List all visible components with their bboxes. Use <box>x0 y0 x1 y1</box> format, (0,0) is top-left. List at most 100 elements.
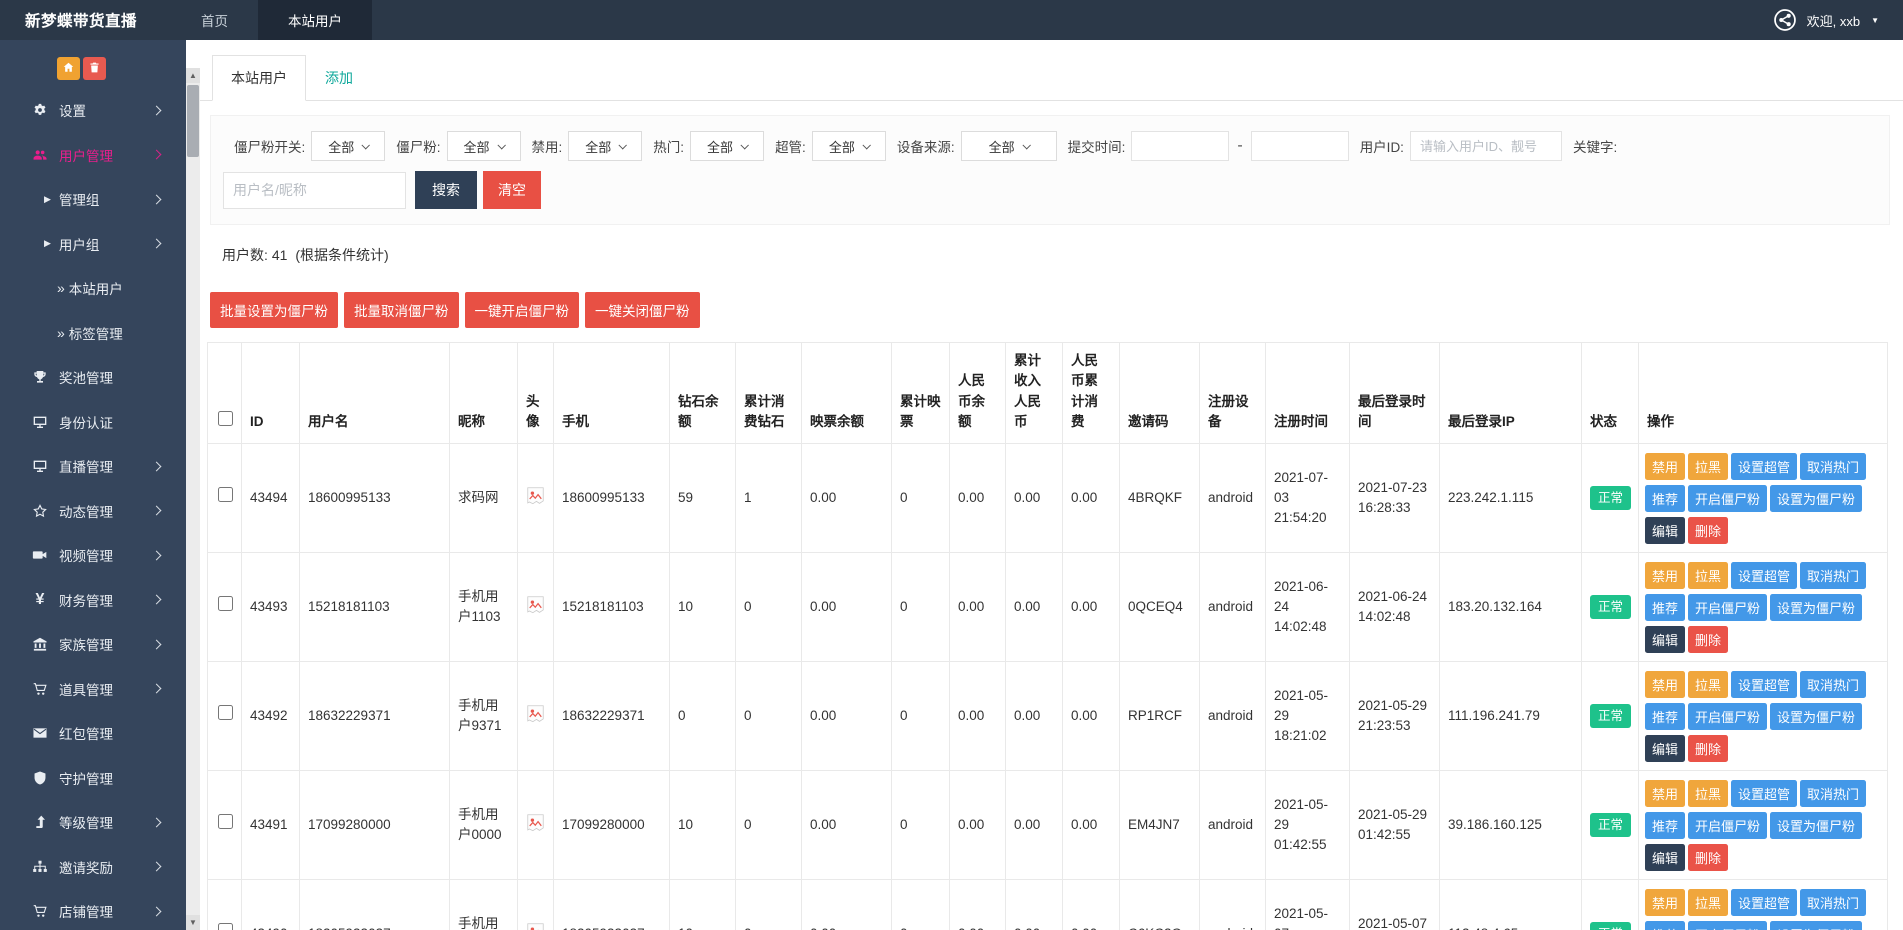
action-delete-button[interactable]: 删除 <box>1688 844 1728 871</box>
action-enable-zombie-button[interactable]: 开启僵尸粉 <box>1688 594 1767 621</box>
sidebar-item-prize-pool[interactable]: 奖池管理 <box>0 355 186 400</box>
hot-select[interactable]: 全部 <box>690 131 764 161</box>
cell-register-time: 2021-05-07 18:58:22 <box>1266 880 1350 930</box>
enable-all-zombie-button[interactable]: 一键开启僵尸粉 <box>465 292 580 328</box>
sidebar-item-invite-reward[interactable]: 邀请奖励 <box>0 845 186 890</box>
action-edit-button[interactable]: 编辑 <box>1645 517 1685 544</box>
action-set-zombie-button[interactable]: 设置为僵尸粉 <box>1770 812 1862 839</box>
sidebar-item-guard-management[interactable]: 守护管理 <box>0 756 186 801</box>
action-cancel-hot-button[interactable]: 取消热门 <box>1800 562 1866 589</box>
sidebar-item-redpacket-management[interactable]: 红包管理 <box>0 711 186 756</box>
select-all-checkbox[interactable] <box>218 411 233 426</box>
action-delete-button[interactable]: 删除 <box>1688 626 1728 653</box>
action-recommend-button[interactable]: 推荐 <box>1645 594 1685 621</box>
sidebar-item-user-management[interactable]: 用户管理 <box>0 133 186 178</box>
action-set-superadmin-button[interactable]: 设置超管 <box>1731 671 1797 698</box>
action-enable-zombie-button[interactable]: 开启僵尸粉 <box>1688 812 1767 839</box>
device-source-select[interactable]: 全部 <box>961 131 1057 161</box>
sidebar-item-user-group[interactable]: ▶用户组 <box>0 222 186 267</box>
sidebar-item-video-management[interactable]: 视频管理 <box>0 533 186 578</box>
action-enable-zombie-button[interactable]: 开启僵尸粉 <box>1688 703 1767 730</box>
action-set-superadmin-button[interactable]: 设置超管 <box>1731 562 1797 589</box>
user-id-input[interactable] <box>1410 131 1562 161</box>
sidebar-item-settings[interactable]: 设置 <box>0 88 186 133</box>
topnav-site-users[interactable]: 本站用户 <box>258 0 372 40</box>
action-set-superadmin-button[interactable]: 设置超管 <box>1731 780 1797 807</box>
chevron-down-icon <box>1022 141 1030 149</box>
action-blacklist-button[interactable]: 拉黑 <box>1688 453 1728 480</box>
action-delete-button[interactable]: 删除 <box>1688 517 1728 544</box>
action-set-zombie-button[interactable]: 设置为僵尸粉 <box>1770 703 1862 730</box>
action-set-zombie-button[interactable]: 设置为僵尸粉 <box>1770 594 1862 621</box>
sidebar-item-tag-management[interactable]: »标签管理 <box>0 311 186 356</box>
scroll-down-button[interactable]: ▼ <box>186 915 200 930</box>
batch-cancel-zombie-button[interactable]: 批量取消僵尸粉 <box>344 292 459 328</box>
submit-time-end-input[interactable] <box>1251 131 1349 161</box>
topnav-home[interactable]: 首页 <box>171 0 258 40</box>
action-recommend-button[interactable]: 推荐 <box>1645 703 1685 730</box>
submit-time-start-input[interactable] <box>1131 131 1229 161</box>
search-button[interactable]: 搜索 <box>415 171 477 209</box>
sidebar-item-moments-management[interactable]: 动态管理 <box>0 489 186 534</box>
action-blacklist-button[interactable]: 拉黑 <box>1688 780 1728 807</box>
filter-label-device-source: 设备来源: <box>897 136 955 156</box>
sidebar-item-props-management[interactable]: 道具管理 <box>0 667 186 712</box>
action-recommend-button[interactable]: 推荐 <box>1645 921 1685 930</box>
action-enable-zombie-button[interactable]: 开启僵尸粉 <box>1688 485 1767 512</box>
scrollbar-thumb[interactable] <box>187 85 199 157</box>
sidebar-item-live-management[interactable]: 直播管理 <box>0 444 186 489</box>
tab-add[interactable]: 添加 <box>306 55 372 101</box>
action-blacklist-button[interactable]: 拉黑 <box>1688 671 1728 698</box>
action-blacklist-button[interactable]: 拉黑 <box>1688 889 1728 916</box>
cell-diamond-balance: 59 <box>670 444 736 553</box>
action-recommend-button[interactable]: 推荐 <box>1645 812 1685 839</box>
sidebar-item-family-management[interactable]: 家族管理 <box>0 622 186 667</box>
action-cancel-hot-button[interactable]: 取消热门 <box>1800 453 1866 480</box>
sidebar-item-site-users[interactable]: »本站用户 <box>0 266 186 311</box>
action-ban-button[interactable]: 禁用 <box>1645 453 1685 480</box>
action-blacklist-button[interactable]: 拉黑 <box>1688 562 1728 589</box>
action-ban-button[interactable]: 禁用 <box>1645 780 1685 807</box>
action-ban-button[interactable]: 禁用 <box>1645 671 1685 698</box>
action-edit-button[interactable]: 编辑 <box>1645 735 1685 762</box>
sidebar-item-level-management[interactable]: 等级管理 <box>0 800 186 845</box>
action-recommend-button[interactable]: 推荐 <box>1645 485 1685 512</box>
action-cancel-hot-button[interactable]: 取消热门 <box>1800 889 1866 916</box>
row-checkbox[interactable] <box>218 596 233 611</box>
action-cancel-hot-button[interactable]: 取消热门 <box>1800 671 1866 698</box>
zombie-switch-select[interactable]: 全部 <box>311 131 385 161</box>
quick-home-button[interactable] <box>57 57 80 80</box>
action-set-zombie-button[interactable]: 设置为僵尸粉 <box>1770 485 1862 512</box>
action-edit-button[interactable]: 编辑 <box>1645 844 1685 871</box>
action-set-zombie-button[interactable]: 设置为僵尸粉 <box>1770 921 1862 930</box>
users-table: ID用户名昵称头像手机钻石余额累计消费钻石映票余额累计映票人民币余额累计收入人民… <box>207 342 1888 930</box>
sidebar-item-shop-management[interactable]: 店铺管理 <box>0 889 186 930</box>
row-checkbox[interactable] <box>218 487 233 502</box>
action-delete-button[interactable]: 删除 <box>1688 735 1728 762</box>
disabled-select[interactable]: 全部 <box>568 131 642 161</box>
user-menu[interactable]: 欢迎, xxb ▼ <box>1772 7 1879 33</box>
sidebar-item-admin-group[interactable]: ▶管理组 <box>0 177 186 222</box>
zombie-select[interactable]: 全部 <box>447 131 521 161</box>
cell-nickname: 手机用户1103 <box>450 553 518 662</box>
action-enable-zombie-button[interactable]: 开启僵尸粉 <box>1688 921 1767 930</box>
superadmin-select[interactable]: 全部 <box>812 131 886 161</box>
row-checkbox[interactable] <box>218 814 233 829</box>
action-ban-button[interactable]: 禁用 <box>1645 889 1685 916</box>
quick-trash-button[interactable] <box>83 57 106 80</box>
sidebar-item-finance-management[interactable]: ¥财务管理 <box>0 578 186 623</box>
action-set-superadmin-button[interactable]: 设置超管 <box>1731 453 1797 480</box>
batch-set-zombie-button[interactable]: 批量设置为僵尸粉 <box>210 292 338 328</box>
tab-site-users[interactable]: 本站用户 <box>212 55 306 101</box>
action-ban-button[interactable]: 禁用 <box>1645 562 1685 589</box>
action-cancel-hot-button[interactable]: 取消热门 <box>1800 780 1866 807</box>
action-edit-button[interactable]: 编辑 <box>1645 626 1685 653</box>
row-checkbox[interactable] <box>218 923 233 930</box>
sidebar-item-identity-auth[interactable]: 身份认证 <box>0 400 186 445</box>
keyword-input[interactable] <box>223 172 406 209</box>
clear-button[interactable]: 清空 <box>483 171 541 209</box>
disable-all-zombie-button[interactable]: 一键关闭僵尸粉 <box>585 292 700 328</box>
scroll-up-button[interactable]: ▲ <box>186 68 200 83</box>
action-set-superadmin-button[interactable]: 设置超管 <box>1731 889 1797 916</box>
row-checkbox[interactable] <box>218 705 233 720</box>
